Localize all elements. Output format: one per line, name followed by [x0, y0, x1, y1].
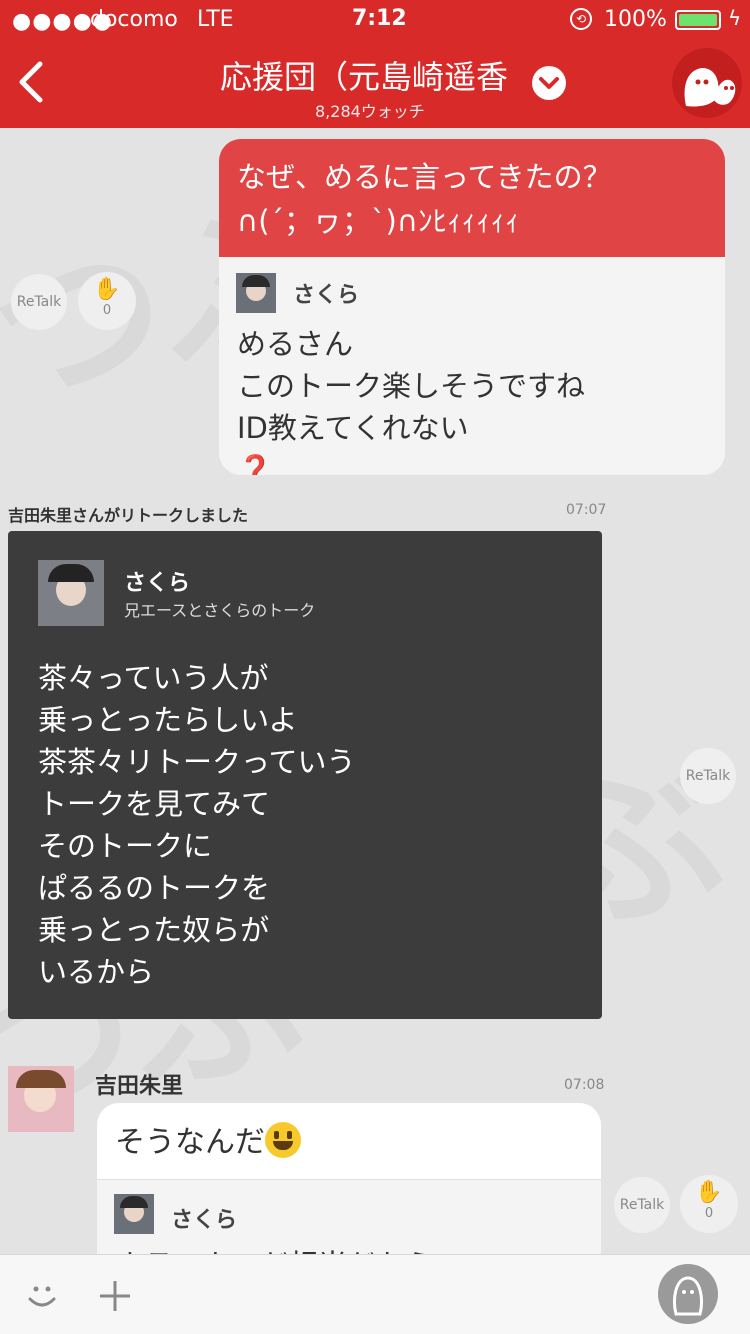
quoted-header: さくら: [219, 257, 725, 317]
clock: 7:12: [352, 6, 407, 31]
avatar[interactable]: [38, 560, 104, 626]
retalk-button[interactable]: ReTalk: [680, 748, 736, 804]
quoted-author: さくら: [171, 1208, 238, 1233]
app-header: ●●●●● docomo LTE 7:12 ⟲ 100% ϟ 応援団（元島崎遥香…: [0, 0, 750, 128]
smile-emoji-icon: [265, 1122, 301, 1158]
message-text: そうなんだ: [97, 1103, 601, 1179]
battery-percent: 100%: [604, 7, 667, 32]
retalk-button[interactable]: ReTalk: [614, 1177, 670, 1233]
page-title: 応援団（元島崎遥香: [220, 58, 509, 96]
ghost-icon: [684, 68, 736, 107]
quoted-author: さくら: [293, 283, 360, 308]
chevron-left-icon: [19, 61, 43, 103]
carrier-name: docomo: [90, 7, 178, 32]
add-button[interactable]: [96, 1277, 134, 1315]
quoted-message: さくら ホラーカモだ相当だから: [97, 1179, 601, 1254]
clap-icon: ✋: [93, 277, 121, 302]
emoji-button[interactable]: [24, 1277, 60, 1313]
avatar[interactable]: [236, 273, 276, 313]
back-button[interactable]: [14, 60, 48, 104]
avatar[interactable]: [114, 1194, 154, 1234]
title-dropdown-button[interactable]: [532, 66, 566, 100]
question-mark-icon: ❓: [237, 453, 274, 475]
ghost-icon: [673, 1276, 703, 1316]
charging-icon: ϟ: [728, 6, 742, 30]
input-bar: [0, 1254, 750, 1334]
quoted-text: めるさん このトーク楽しそうですね ID教えてくれない ❓: [219, 317, 725, 475]
status-bar: ●●●●● docomo LTE 7:12 ⟲ 100% ϟ: [0, 0, 750, 40]
message-time: 07:08: [564, 1077, 605, 1093]
message-bubble[interactable]: そうなんだ さくら ホラーカモだ相当だから: [97, 1103, 601, 1254]
member-button[interactable]: [672, 48, 742, 118]
retalk-card[interactable]: さくら 兄エースとさくらのトーク 茶々っていう人が 乗っとったらしいよ 茶茶々リ…: [8, 531, 602, 1019]
chat-timeline[interactable]: つぶ つぶ つぶ ReTalk ✋ 0 なぜ、めるに言ってきたの？ ∩(´；ヮ；…: [0, 128, 750, 1254]
retalk-notice: 吉田朱里さんがリトークしました: [8, 506, 249, 525]
clap-count: 0: [102, 303, 112, 318]
clap-button[interactable]: ✋ 0: [680, 1175, 738, 1233]
clap-icon: ✋: [695, 1180, 723, 1205]
retalk-source-talk[interactable]: 兄エースとさくらのトーク: [124, 597, 315, 621]
message-time: 07:07: [566, 502, 607, 518]
clap-button[interactable]: ✋ 0: [78, 272, 136, 330]
my-message-bubble[interactable]: なぜ、めるに言ってきたの？ ∩(´；ヮ；`)∩ﾝﾋｨｨｨｨｨ さくら めるさん …: [219, 139, 725, 475]
my-message-text: なぜ、めるに言ってきたの？ ∩(´；ヮ；`)∩ﾝﾋｨｨｨｨｨ: [219, 139, 725, 257]
retalk-button[interactable]: ReTalk: [11, 274, 67, 330]
quoted-text-partial: ホラーカモだ相当だから: [115, 1242, 434, 1254]
sender-name: 吉田朱里: [95, 1074, 184, 1099]
rotation-lock-icon: ⟲: [570, 8, 592, 30]
watch-count: 8,284ウォッチ: [315, 102, 425, 121]
retalk-author: さくら: [124, 571, 191, 596]
smile-icon: [28, 1286, 56, 1307]
chevron-down-icon: [539, 77, 559, 89]
battery-icon: [675, 10, 721, 30]
network-type: LTE: [197, 7, 234, 32]
avatar[interactable]: [8, 1066, 74, 1132]
clap-count: 0: [704, 1206, 714, 1221]
retalk-text: 茶々っていう人が 乗っとったらしいよ 茶茶々リトークっていう トークを見てみて …: [38, 661, 356, 989]
profile-button[interactable]: [658, 1264, 718, 1324]
plus-icon: [100, 1281, 130, 1311]
